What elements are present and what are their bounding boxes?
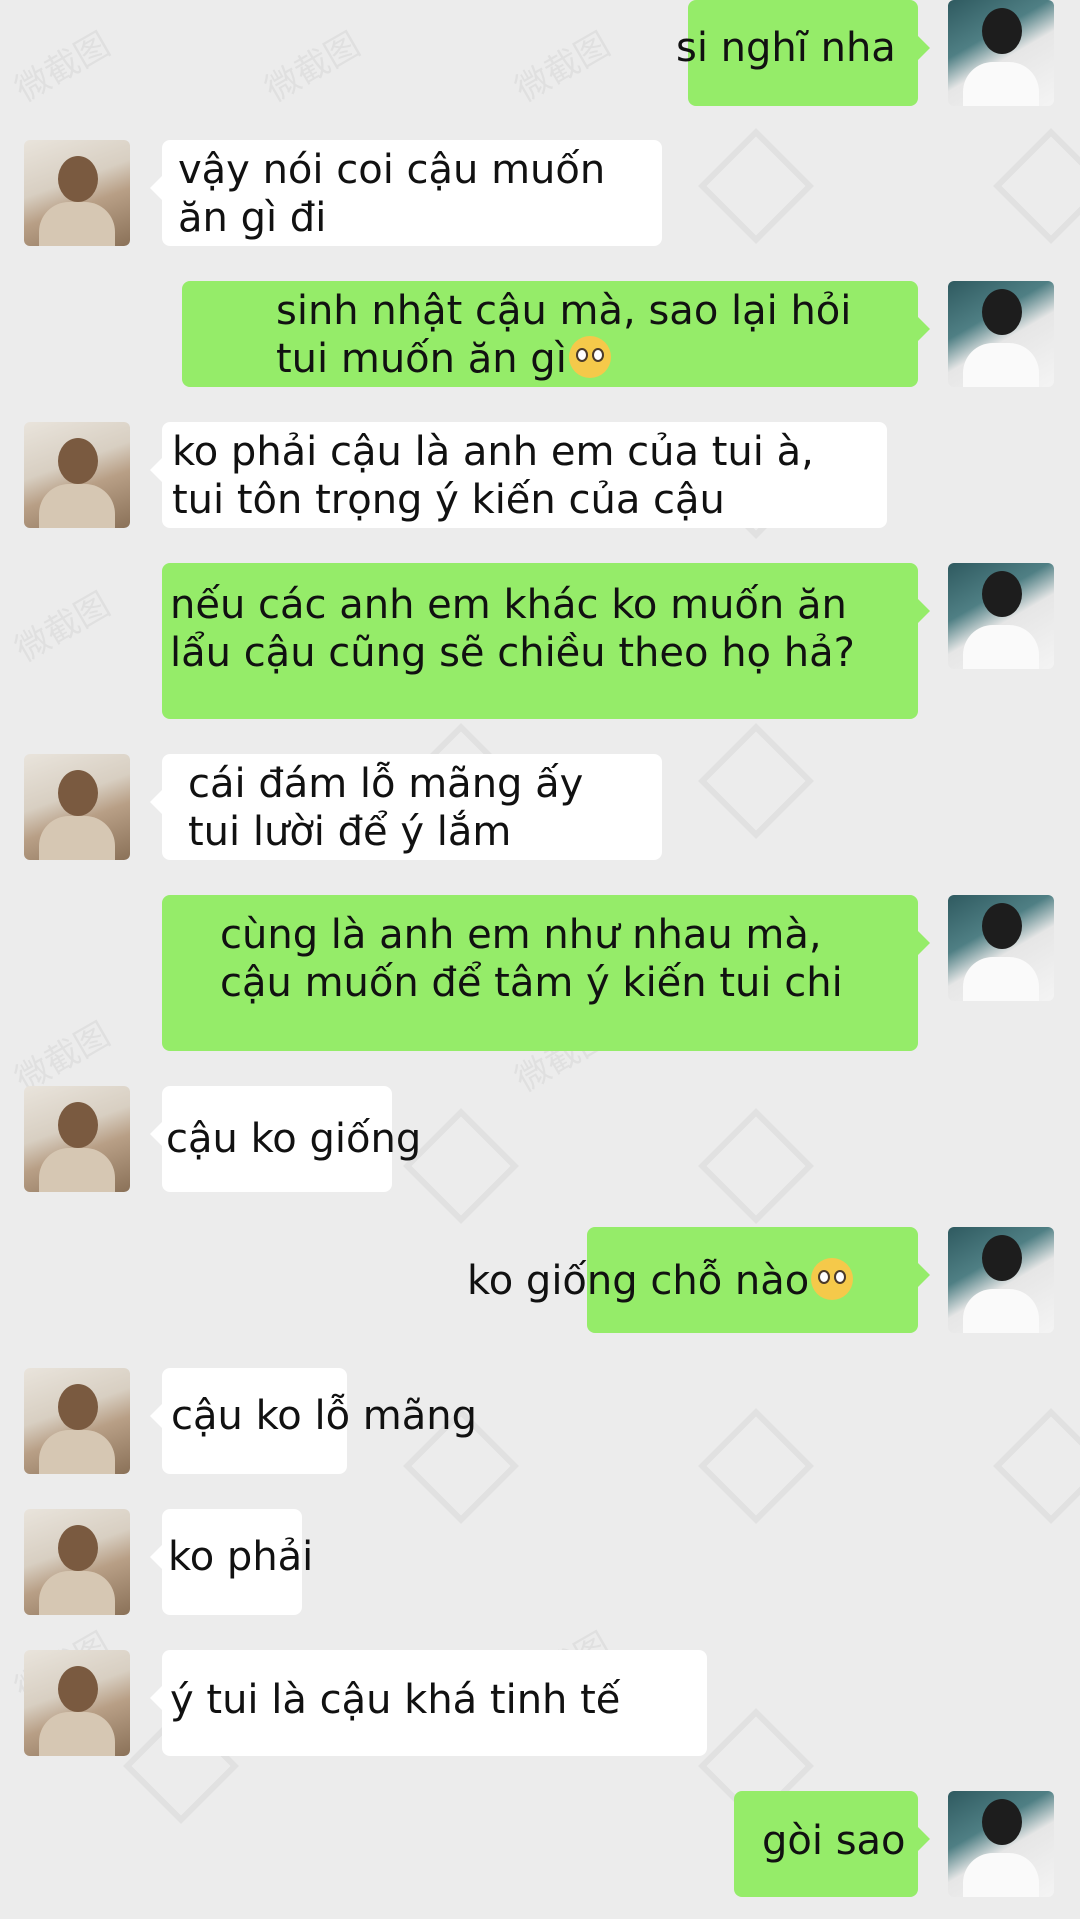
contact-avatar[interactable]	[24, 1650, 130, 1756]
contact-avatar[interactable]	[24, 754, 130, 860]
watermark-diamond	[993, 1408, 1080, 1524]
watermark-text: 微截图	[258, 24, 367, 111]
pleading-face-emoji-icon	[568, 336, 611, 378]
avatar-head	[982, 903, 1022, 949]
message-bubble-incoming[interactable]: cậu ko lỗ mãng	[150, 1368, 477, 1474]
message-text: ko giống chỗ nào	[467, 1258, 810, 1304]
avatar-body	[39, 1148, 115, 1192]
message-bubble-incoming[interactable]: ý tui là cậu khá tinh tế	[150, 1650, 707, 1756]
contact-avatar[interactable]	[24, 1509, 130, 1615]
sender-avatar[interactable]	[948, 1791, 1054, 1897]
message-text: vậy nói coi cậu muốn ăn gì đi	[178, 147, 606, 241]
message-bubble-incoming[interactable]: cái đám lỗ mãng ấy tui lười để ý lắm	[150, 754, 662, 860]
avatar-body	[963, 957, 1039, 1001]
watermark-text: 微截图	[508, 24, 617, 111]
avatar-head	[982, 1235, 1022, 1281]
message-text: gòi sao	[762, 1818, 906, 1864]
avatar-head	[58, 1384, 98, 1430]
sender-avatar[interactable]	[948, 1227, 1054, 1333]
message-text: ko phải	[168, 1534, 314, 1580]
avatar-head	[58, 156, 98, 202]
avatar-body	[39, 1430, 115, 1474]
watermark-diamond	[698, 723, 814, 839]
avatar-head	[58, 1525, 98, 1571]
avatar-head	[58, 1102, 98, 1148]
avatar-head	[982, 289, 1022, 335]
avatar-body	[963, 1289, 1039, 1333]
message-bubble-outgoing[interactable]: si nghĩ nha	[676, 0, 930, 106]
avatar-body	[39, 816, 115, 860]
avatar-body	[39, 1712, 115, 1756]
avatar-head	[58, 770, 98, 816]
message-bubble-incoming[interactable]: vậy nói coi cậu muốn ăn gì đi	[150, 140, 662, 246]
pleading-face-emoji-icon	[811, 1258, 854, 1300]
sender-avatar[interactable]	[948, 895, 1054, 1001]
avatar-body	[39, 202, 115, 246]
watermark-text: 微截图	[8, 584, 117, 671]
contact-avatar[interactable]	[24, 140, 130, 246]
avatar-body	[963, 1853, 1039, 1897]
message-bubble-incoming[interactable]: ko phải	[150, 1509, 313, 1615]
message-bubble-incoming[interactable]: ko phải cậu là anh em của tui à, tui tôn…	[150, 422, 887, 528]
avatar-head	[982, 8, 1022, 54]
message-text: nếu các anh em khác ko muốn ăn lẩu cậu c…	[170, 582, 855, 676]
message-bubble-outgoing[interactable]: sinh nhật cậu mà, sao lại hỏi tui muốn ă…	[182, 281, 930, 387]
sender-avatar[interactable]	[948, 563, 1054, 669]
avatar-head	[58, 438, 98, 484]
avatar-body	[39, 484, 115, 528]
message-bubble-incoming[interactable]: cậu ko giống	[150, 1086, 421, 1192]
watermark-diamond	[698, 128, 814, 244]
message-text-wrap: ko giống chỗ nào	[467, 1257, 854, 1305]
contact-avatar[interactable]	[24, 1086, 130, 1192]
message-text: si nghĩ nha	[676, 25, 896, 71]
watermark-text: 微截图	[8, 24, 117, 111]
contact-avatar[interactable]	[24, 1368, 130, 1474]
watermark-diamond	[698, 1408, 814, 1524]
message-text: cái đám lỗ mãng ấy tui lười để ý lắm	[188, 761, 584, 855]
watermark-diamond	[993, 128, 1080, 244]
message-text: cậu ko lỗ mãng	[171, 1393, 478, 1439]
message-text: ko phải cậu là anh em của tui à, tui tôn…	[172, 429, 814, 523]
avatar-head	[982, 1799, 1022, 1845]
chat-screen: 微截图 微截图 微截图 微截图 微截图 微截图 微截图 微截图 微截图 si n…	[0, 0, 1080, 1919]
message-bubble-outgoing[interactable]: ko giống chỗ nào	[467, 1227, 930, 1333]
message-bubble-outgoing[interactable]: gòi sao	[734, 1791, 930, 1897]
watermark-diamond	[698, 1108, 814, 1224]
sender-avatar[interactable]	[948, 281, 1054, 387]
avatar-head	[982, 571, 1022, 617]
message-text: cậu ko giống	[166, 1116, 422, 1162]
message-text: cùng là anh em như nhau mà, cậu muốn để …	[220, 912, 843, 1006]
avatar-body	[963, 625, 1039, 669]
avatar-body	[963, 343, 1039, 387]
message-text: ý tui là cậu khá tinh tế	[170, 1677, 621, 1723]
message-text-wrap: sinh nhật cậu mà, sao lại hỏi tui muốn ă…	[276, 287, 851, 383]
message-bubble-outgoing[interactable]: cùng là anh em như nhau mà, cậu muốn để …	[162, 895, 930, 1051]
message-text: sinh nhật cậu mà, sao lại hỏi tui muốn ă…	[276, 288, 852, 382]
message-bubble-outgoing[interactable]: nếu các anh em khác ko muốn ăn lẩu cậu c…	[162, 563, 930, 719]
avatar-head	[58, 1666, 98, 1712]
contact-avatar[interactable]	[24, 422, 130, 528]
avatar-body	[39, 1571, 115, 1615]
avatar-body	[963, 62, 1039, 106]
sender-avatar[interactable]	[948, 0, 1054, 106]
